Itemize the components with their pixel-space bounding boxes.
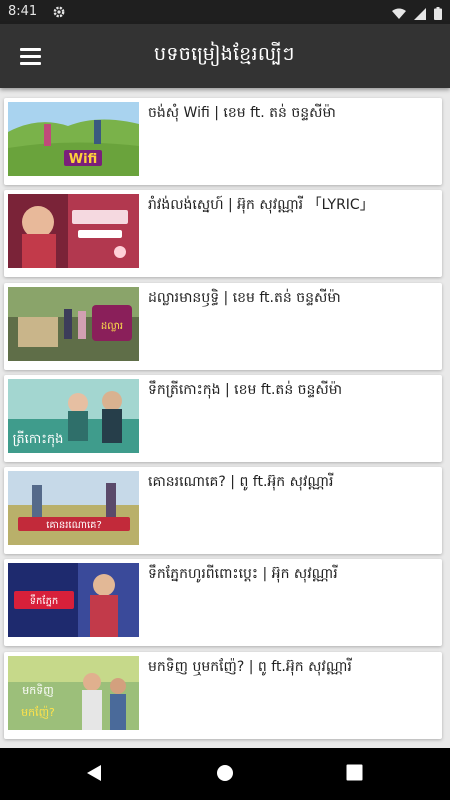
video-item[interactable]: មកទិញ មកញ៉ែ? មកទិញ ឬមកញ៉ែ? | ពូ ft.អ៊ុក … [4,652,442,739]
video-title: ទឹកត្រីកោះកុង | ខេម ft.តន់ ចន្ទសីម៉ា [148,382,343,398]
signal-icon [414,5,426,24]
video-item[interactable]: ត្រីកោះកុង ទឹកត្រីកោះកុង | ខេម ft.តន់ ចន… [4,375,442,462]
video-thumbnail: ដល្លារ [8,287,139,361]
thumbnail-caption: Wifi [69,152,97,167]
video-thumbnail: ទឹកភ្នែក [8,563,139,637]
video-item[interactable]: Wifi ចង់សុំ Wifi | ខេម ft. តន់ ចន្ទសីម៉ា [4,98,442,185]
video-thumbnail: ត្រីកោះកុង [8,379,139,453]
video-title: មកទិញ ឬមកញ៉ែ? | ពូ ft.អ៊ុក សុវណ្ណារី [148,659,352,675]
status-icons [392,5,442,24]
svg-text:គោនរណោគេ?: គោនរណោគេ? [46,520,102,531]
video-title: ដល្លារមានឫទ្ធិ | ខេម ft.តន់ ចន្ទសីម៉ា [148,290,341,306]
status-time: 8:41 [8,4,38,19]
status-bar: 8:41 [0,0,450,24]
video-item[interactable]: ទឹកភ្នែក ទឹកភ្នែកហូរពីពោះប្ដេះ | អ៊ុក សុ… [4,559,442,646]
app-bar: បទចម្រៀងខ្មែរល្បីៗ [0,24,450,88]
home-circle-icon[interactable] [216,764,234,786]
navigation-bar [0,748,450,800]
back-triangle-icon[interactable] [85,764,103,786]
svg-text:មកទិញ: មកទិញ [22,683,53,697]
video-item[interactable]: គោនរណោគេ? គោនរណោគេ? | ពូ ft.អ៊ុក សុវណ្ណា… [4,467,442,554]
svg-text:ទឹកភ្នែក: ទឹកភ្នែក [30,594,59,607]
recents-square-icon[interactable] [346,764,363,785]
video-title: រាំវង់លង់ស្នេហ៍ | អ៊ុក សុវណ្ណារី 「LYRIC」 [148,197,374,213]
svg-text:ត្រីកោះកុង: ត្រីកោះកុង [13,430,64,448]
wifi-icon [392,5,406,24]
hamburger-menu-icon[interactable] [20,48,41,65]
svg-text:មកញ៉ែ?: មកញ៉ែ? [21,705,55,719]
video-thumbnail: មកទិញ មកញ៉ែ? [8,656,139,730]
video-item[interactable]: ដល្លារ ដល្លារមានឫទ្ធិ | ខេម ft.តន់ ចន្ទស… [4,283,442,370]
page-title: បទចម្រៀងខ្មែរល្បីៗ [154,43,295,65]
video-title: គោនរណោគេ? | ពូ ft.អ៊ុក សុវណ្ណារី [148,474,334,490]
battery-icon [434,5,442,24]
svg-text:ដល្លារ: ដល្លារ [101,321,123,332]
video-title: ទឹកភ្នែកហូរពីពោះប្ដេះ | អ៊ុក សុវណ្ណារី [148,566,338,582]
gear-icon [52,4,66,23]
video-title: ចង់សុំ Wifi | ខេម ft. តន់ ចន្ទសីម៉ា [148,105,336,121]
video-thumbnail [8,194,139,268]
video-thumbnail: គោនរណោគេ? [8,471,139,545]
video-thumbnail: Wifi [8,102,139,176]
video-item[interactable]: រាំវង់លង់ស្នេហ៍ | អ៊ុក សុវណ្ណារី 「LYRIC」 [4,190,442,277]
